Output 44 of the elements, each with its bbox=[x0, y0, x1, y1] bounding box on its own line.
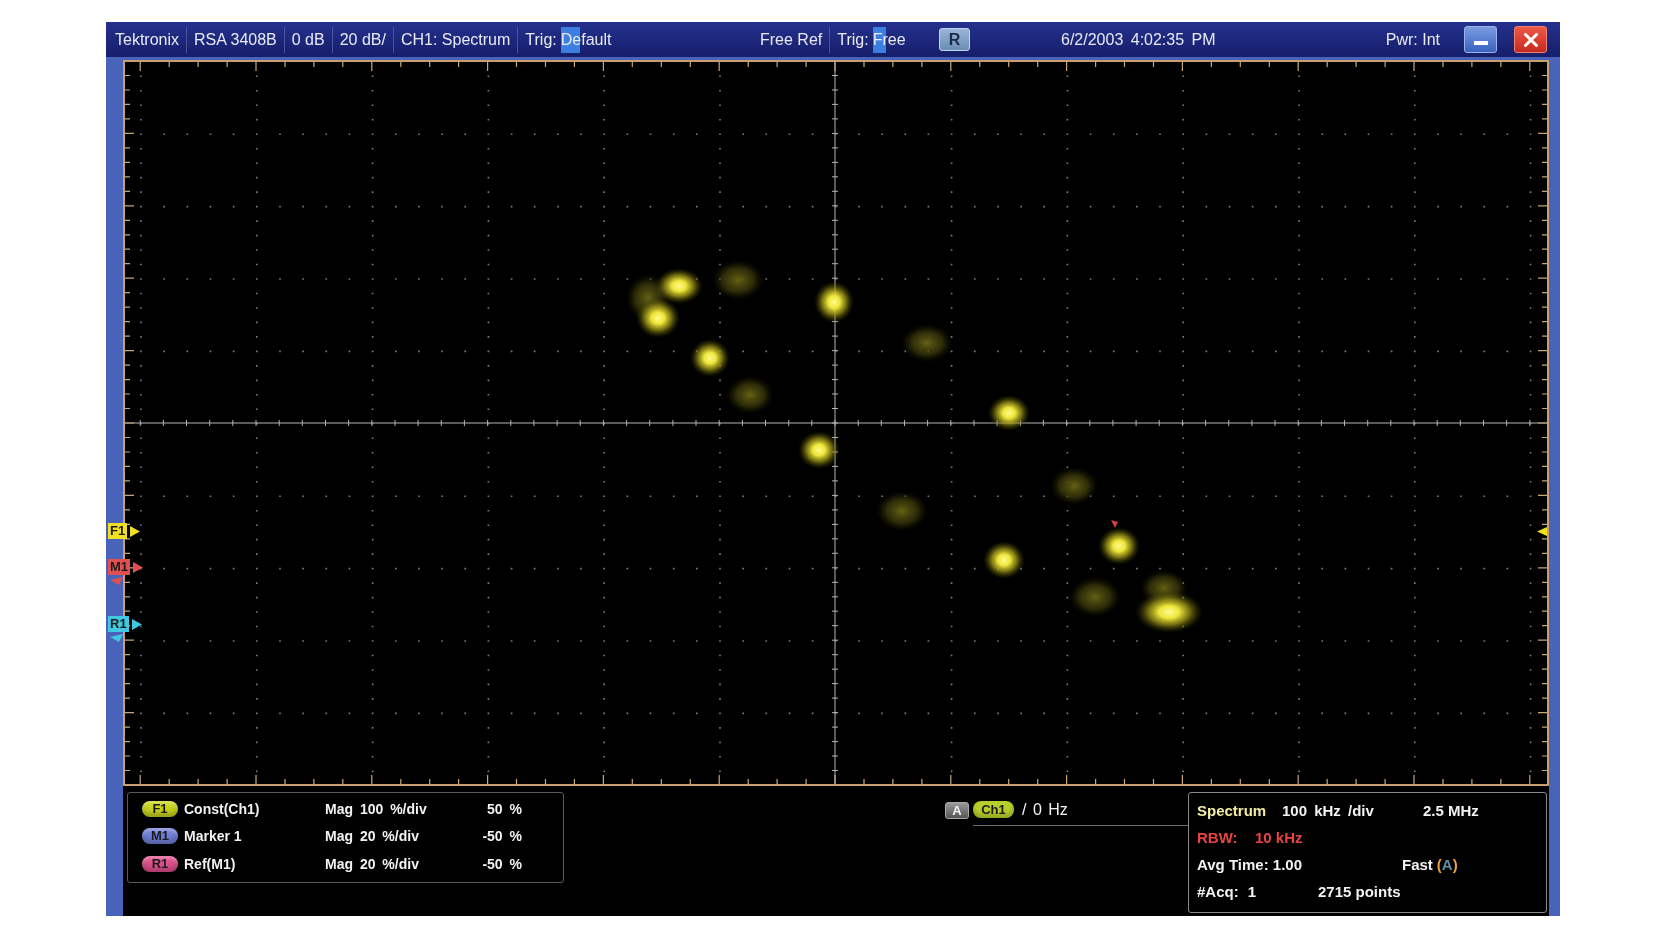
status-readout: 0 dB bbox=[283, 26, 332, 53]
scale-value: 100 kHz /div bbox=[1282, 802, 1375, 819]
status-readout: Tektronix bbox=[114, 29, 181, 50]
channel-frequency: / 0 Hz bbox=[1022, 800, 1068, 819]
mode-label: Spectrum bbox=[1197, 802, 1268, 819]
frequency-value: 2.5 MHz bbox=[1423, 802, 1479, 819]
minimize-button[interactable] bbox=[1464, 26, 1497, 53]
status-readout: RSA 3408B bbox=[186, 26, 284, 53]
trace-name: Const(Ch1) bbox=[184, 800, 261, 817]
trigger-label: Trig: bbox=[525, 29, 557, 50]
channel-badge: Ch1 bbox=[973, 801, 1014, 818]
close-icon bbox=[1523, 32, 1538, 47]
acquisition-count: #Acq: 1 bbox=[1197, 883, 1258, 900]
source-badge: A bbox=[945, 802, 969, 819]
trigger-value: Free bbox=[872, 26, 906, 53]
trigger-label: Trig: bbox=[837, 29, 869, 50]
trace-scale: Mag 20 %/div bbox=[325, 828, 420, 845]
trace-offset: -50 % bbox=[481, 828, 522, 845]
trace-offset: -50 % bbox=[481, 855, 522, 872]
trace-badge: F1 bbox=[142, 800, 178, 817]
trace-badge: R1 bbox=[142, 855, 178, 872]
trace-badge: M1 bbox=[142, 828, 178, 845]
power-status: Pwr: Int bbox=[1385, 30, 1440, 49]
minimize-icon bbox=[1473, 40, 1488, 45]
points-count: 2715 points bbox=[1318, 883, 1401, 900]
trace-name: Marker 1 bbox=[184, 828, 243, 845]
trace-marker-label: R1 bbox=[108, 616, 129, 632]
r-button[interactable]: R bbox=[939, 28, 970, 51]
status-readout: Free Ref bbox=[759, 29, 824, 50]
trace-name: Ref(M1) bbox=[184, 855, 237, 872]
trace-scale: Mag 20 %/div bbox=[325, 855, 420, 872]
avg-time: Avg Time: 1.00 bbox=[1197, 856, 1304, 873]
close-button[interactable] bbox=[1514, 26, 1547, 53]
trace-scale: Mag 100 %/div bbox=[325, 800, 428, 817]
trace-marker-label: F1 bbox=[108, 523, 128, 539]
status-readout: 20 dB/ bbox=[331, 26, 393, 53]
rbw-label: RBW: bbox=[1197, 829, 1239, 846]
trace-offset: 50 % bbox=[486, 800, 522, 817]
status-readout: CH1: Spectrum bbox=[392, 26, 518, 53]
speed-indicator: (A) bbox=[1436, 856, 1458, 873]
trigger-value: Default bbox=[560, 26, 612, 53]
speed-mode: Fast bbox=[1402, 856, 1433, 873]
date-time: 6/2/2003 4:02:35 PM bbox=[1061, 30, 1216, 49]
rbw-value: 10 kHz bbox=[1255, 829, 1303, 846]
